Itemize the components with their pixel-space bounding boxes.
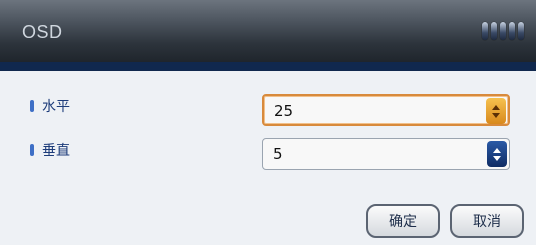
title-underline xyxy=(0,62,536,71)
vertical-value[interactable]: 5 xyxy=(273,145,283,163)
vertical-label: 垂直 xyxy=(30,140,70,160)
bullet-icon xyxy=(30,144,34,156)
title-bar[interactable]: OSD xyxy=(0,0,536,62)
drag-handle-icon[interactable] xyxy=(482,22,524,40)
vertical-spinbox[interactable]: 5 xyxy=(262,138,510,170)
horizontal-value[interactable]: 25 xyxy=(274,102,293,120)
spin-up-icon[interactable] xyxy=(493,147,501,153)
horizontal-label: 水平 xyxy=(30,96,70,116)
spin-up-icon[interactable] xyxy=(492,104,500,110)
osd-dialog: OSD 水平 25 垂直 5 确定 取消 xyxy=(0,0,536,245)
spin-down-icon[interactable] xyxy=(492,112,500,118)
bullet-icon xyxy=(30,100,34,112)
horizontal-spinbox[interactable]: 25 xyxy=(262,94,510,126)
horizontal-spinner[interactable] xyxy=(486,98,506,124)
ok-button[interactable]: 确定 xyxy=(366,204,440,238)
horizontal-label-text: 水平 xyxy=(42,99,70,115)
vertical-label-text: 垂直 xyxy=(42,143,70,159)
window-title: OSD xyxy=(22,22,63,42)
vertical-spinner[interactable] xyxy=(487,141,507,167)
cancel-button[interactable]: 取消 xyxy=(450,204,524,238)
spin-down-icon[interactable] xyxy=(493,155,501,161)
